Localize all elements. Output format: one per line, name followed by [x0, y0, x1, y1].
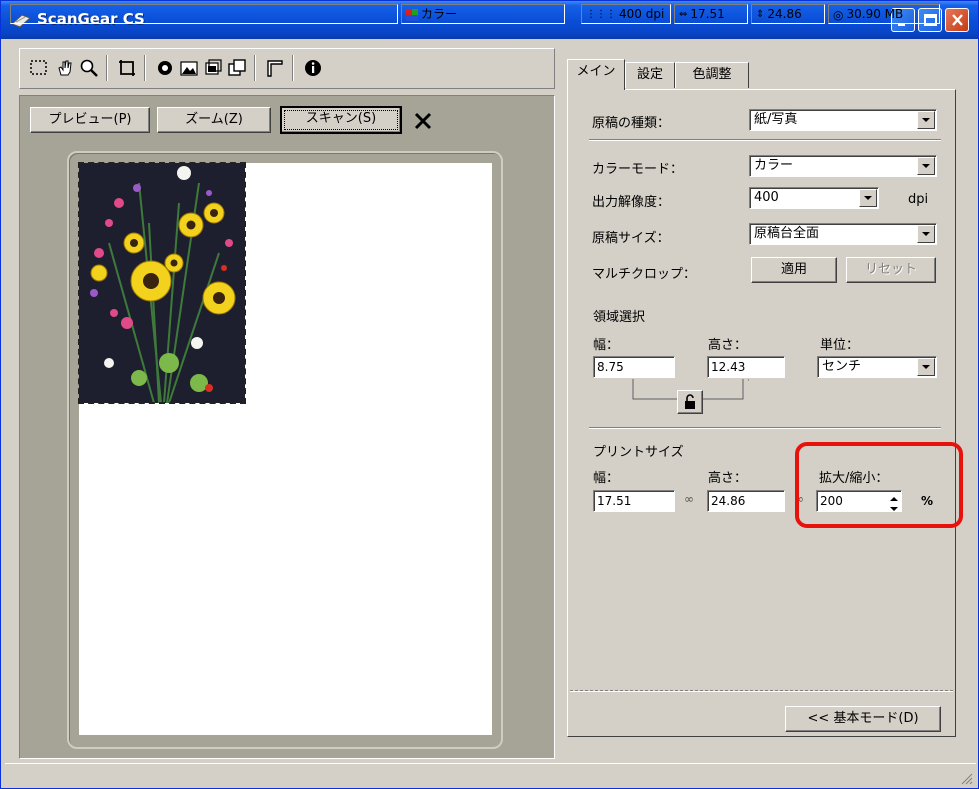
status-width: ⇔ 17.51 — [674, 4, 748, 24]
info-icon[interactable] — [302, 57, 324, 79]
link-icon: ∞ — [684, 492, 694, 506]
print-height-label: 高さ： — [708, 471, 748, 486]
chevron-down-icon — [917, 111, 935, 129]
toolbar-separator — [254, 55, 256, 81]
aspect-lock-button[interactable] — [677, 390, 703, 414]
status-color: カラー — [401, 4, 565, 24]
status-height: ⇕ 24.86 — [751, 4, 825, 24]
invert-icon[interactable] — [154, 57, 176, 79]
status-height-text: 24.86 — [767, 7, 802, 21]
mountain-icon[interactable] — [178, 57, 200, 79]
area-height-label: 高さ： — [708, 338, 748, 353]
unit-select[interactable]: センチ — [817, 356, 937, 378]
width-icon: ⇔ — [679, 8, 688, 20]
color-mode-select[interactable]: カラー — [749, 155, 937, 177]
status-dpi: ⋮⋮⋮ 400 dpi — [581, 4, 671, 24]
status-dpi-text: 400 dpi — [619, 7, 665, 21]
basic-mode-button[interactable]: << 基本モード(D) — [785, 706, 941, 732]
hand-icon[interactable] — [54, 57, 76, 79]
area-height-input[interactable]: 12.43 — [707, 356, 785, 378]
divider — [589, 139, 941, 141]
status-blank — [10, 4, 398, 24]
toolbar-separator — [144, 55, 146, 81]
resolution-unit: dpi — [908, 192, 929, 207]
toolbar-separator — [292, 55, 294, 81]
flower-photo — [79, 163, 245, 404]
disk-icon: ◎ — [833, 7, 844, 22]
divider — [589, 427, 941, 429]
chevron-down-icon — [859, 189, 877, 207]
resize-grip-icon[interactable] — [959, 771, 973, 785]
area-unit-label: 単位： — [820, 338, 860, 353]
source-size-value: 原稿台全面 — [754, 226, 820, 241]
tab-main[interactable]: メイン — [567, 59, 625, 90]
close-icon — [414, 112, 432, 130]
clear-button[interactable] — [411, 109, 435, 133]
frame-icon[interactable] — [264, 57, 286, 79]
status-color-text: カラー — [421, 7, 458, 21]
crop-icon[interactable] — [116, 57, 138, 79]
color-mode-label: カラーモード： — [592, 162, 684, 177]
area-width-input[interactable]: 8.75 — [593, 356, 675, 378]
chevron-down-icon — [917, 358, 935, 376]
dots-icon: ⋮⋮⋮ — [586, 8, 616, 20]
tab-color-adjust[interactable]: 色調整 — [675, 62, 749, 88]
status-size-text: 30.90 MB — [846, 7, 904, 21]
copy-icon[interactable] — [226, 57, 248, 79]
preview-button[interactable]: プレビュー(P) — [30, 107, 150, 133]
color-icon[interactable] — [202, 57, 224, 79]
status-bar — [5, 763, 976, 787]
source-type-select[interactable]: 紙/写真 — [749, 109, 937, 131]
close-button[interactable] — [945, 8, 969, 32]
chevron-down-icon — [917, 225, 935, 243]
resolution-label: 出力解像度： — [592, 195, 671, 210]
chevron-down-icon — [917, 157, 935, 175]
color-mode-icon — [406, 8, 418, 21]
close-icon — [952, 14, 963, 26]
zoom-button[interactable]: ズーム(Z) — [157, 107, 271, 133]
unit-value: センチ — [822, 359, 862, 374]
divider — [570, 690, 953, 692]
apply-button[interactable]: 適用 — [751, 257, 837, 283]
preview-image[interactable] — [78, 162, 246, 404]
print-size-title: プリントサイズ — [593, 445, 684, 460]
source-type-value: 紙/写真 — [754, 112, 798, 127]
tab-settings[interactable]: 設定 — [625, 62, 675, 88]
status-width-text: 17.51 — [690, 7, 725, 21]
color-mode-value: カラー — [754, 158, 794, 173]
status-size: ◎ 30.90 MB — [828, 4, 940, 24]
scan-button[interactable]: スキャン(S) — [280, 106, 402, 134]
print-width-input[interactable]: 17.51 — [593, 490, 675, 512]
resolution-select[interactable]: 400 — [749, 187, 879, 209]
height-icon: ⇕ — [756, 8, 765, 20]
source-size-label: 原稿サイズ： — [592, 231, 670, 246]
preview-toolbar — [19, 48, 555, 89]
multi-crop-label: マルチクロップ： — [592, 267, 697, 282]
scangear-window: ScanGear CS プレビュー(P) ズーム(Z) スキャン(S) メイン … — [0, 0, 979, 789]
magnifier-icon[interactable] — [78, 57, 100, 79]
highlight-annotation — [795, 442, 963, 528]
resolution-value: 400 — [754, 190, 779, 205]
toolbar-separator — [106, 55, 108, 81]
area-width-label: 幅： — [593, 338, 620, 353]
print-height-input[interactable]: 24.86 — [707, 490, 785, 512]
reset-button[interactable]: リセット — [846, 257, 936, 283]
select-icon[interactable] — [28, 57, 50, 79]
source-type-label: 原稿の種類： — [592, 116, 671, 131]
print-width-label: 幅： — [593, 471, 620, 486]
lock-icon — [685, 394, 695, 409]
source-size-select[interactable]: 原稿台全面 — [749, 223, 937, 245]
area-title: 領域選択 — [593, 310, 646, 325]
